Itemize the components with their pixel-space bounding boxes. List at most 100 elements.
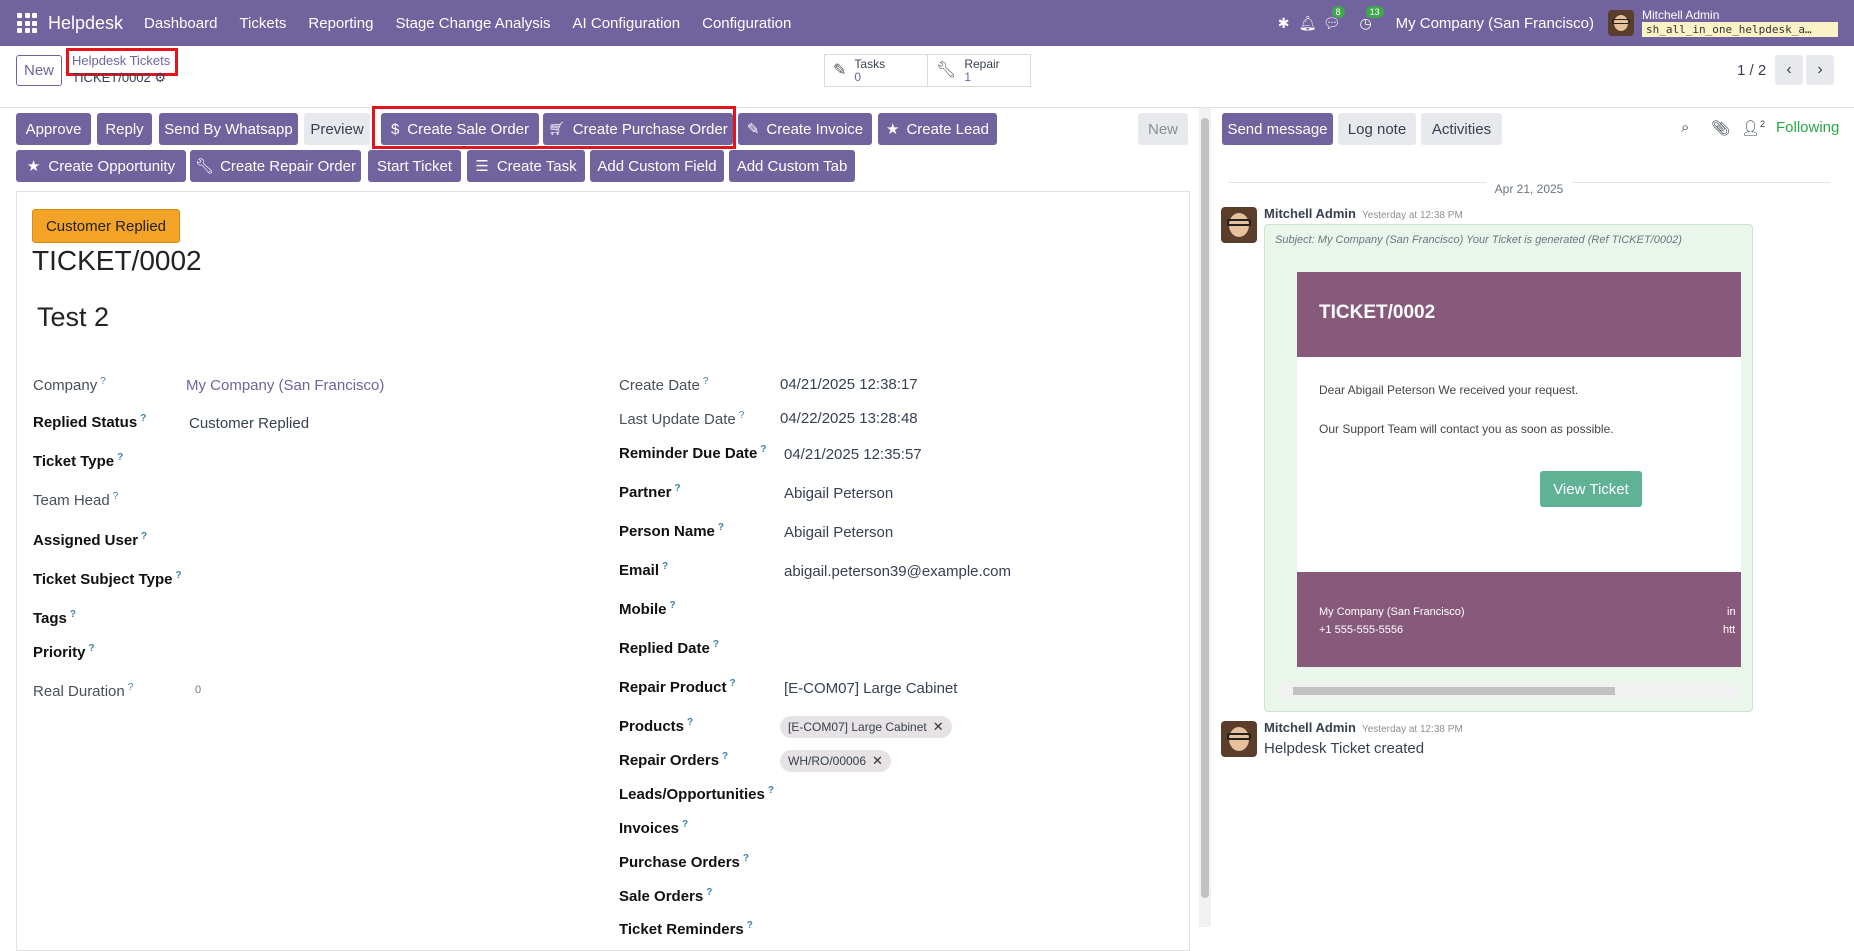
create-repair-order-button[interactable]: 🔧︎ Create Repair Order: [190, 150, 361, 182]
menu-reporting[interactable]: Reporting: [297, 15, 384, 32]
create-invoice-button[interactable]: ✎ Create Invoice: [738, 113, 872, 145]
company-value[interactable]: My Company (San Francisco): [186, 377, 384, 394]
remove-tag-icon[interactable]: ✕: [872, 753, 883, 769]
email-footer: My Company (San Francisco) +1 555-555-55…: [1297, 572, 1741, 667]
partner-value[interactable]: Abigail Peterson: [784, 485, 893, 502]
followers-icon[interactable]: 👤︎2: [1741, 119, 1765, 137]
email-title: TICKET/0002: [1297, 272, 1741, 357]
log-note-button[interactable]: Log note: [1338, 113, 1416, 145]
activity-count-badge: 13: [1365, 5, 1384, 18]
chevron-right-icon: ›: [1817, 61, 1823, 78]
repair-orders-label: Repair Orders?: [619, 751, 729, 769]
menu-ai-configuration[interactable]: AI Configuration: [562, 15, 692, 32]
remove-tag-icon[interactable]: ✕: [933, 719, 944, 735]
ticket-type-label: Ticket Type?: [33, 452, 124, 470]
edit-icon: ✎: [833, 62, 847, 79]
reminder-due-date-value[interactable]: 04/21/2025 12:35:57: [784, 446, 922, 463]
email-line-2: Our Support Team will contact you as soo…: [1319, 422, 1614, 436]
chat-icon[interactable]: 💬︎ 8: [1320, 5, 1345, 32]
reply-button[interactable]: Reply: [97, 113, 152, 145]
ticket-number: TICKET/0002: [32, 245, 202, 276]
main-menu: Dashboard Tickets Reporting Stage Change…: [133, 15, 802, 32]
app-name[interactable]: Helpdesk: [48, 13, 123, 34]
replied-status-value[interactable]: Customer Replied: [189, 415, 309, 432]
partner-label: Partner?: [619, 483, 681, 501]
assigned-user-label: Assigned User?: [33, 531, 148, 549]
pager-next-button[interactable]: ›: [1806, 55, 1834, 85]
star-icon: ★: [26, 158, 41, 175]
user-menu[interactable]: Mitchell Admin sh_all_in_one_helpdesk_a…: [1642, 9, 1838, 37]
bug-icon[interactable]: ✱: [1272, 15, 1296, 32]
author-avatar[interactable]: [1221, 207, 1257, 243]
repair-order-tag[interactable]: WH/RO/00006 ✕: [780, 750, 891, 772]
pager-previous-button[interactable]: ‹: [1775, 55, 1803, 85]
message-author: Mitchell Admin Yesterday at 12:38 PM: [1264, 720, 1463, 735]
start-ticket-button[interactable]: Start Ticket: [368, 150, 461, 182]
send-message-button[interactable]: Send message: [1222, 113, 1333, 145]
send-by-whatsapp-button[interactable]: Send By Whatsapp: [159, 113, 298, 145]
product-tag[interactable]: [E-COM07] Large Cabinet ✕: [780, 716, 952, 738]
company-label: Company?: [33, 376, 106, 394]
stage-ribbon: Customer Replied: [32, 209, 180, 243]
email-value[interactable]: abigail.peterson39@example.com: [784, 563, 1011, 580]
real-duration-value[interactable]: 0: [195, 684, 201, 696]
mobile-label: Mobile?: [619, 600, 676, 618]
team-head-label: Team Head?: [33, 491, 119, 509]
form-scrollbar[interactable]: [1199, 108, 1211, 927]
replied-status-label: Replied Status?: [33, 413, 147, 431]
priority-label: Priority?: [33, 643, 95, 661]
wrench-icon: 🔧︎: [936, 62, 957, 79]
menu-stage-change-analysis[interactable]: Stage Change Analysis: [384, 15, 561, 32]
pager-value[interactable]: 1 / 2: [1737, 62, 1766, 79]
list-icon: ☰: [475, 158, 489, 175]
add-custom-field-button[interactable]: Add Custom Field: [590, 150, 724, 182]
repair-product-label: Repair Product?: [619, 678, 736, 696]
following-toggle[interactable]: Following: [1776, 119, 1839, 136]
menu-dashboard[interactable]: Dashboard: [133, 15, 228, 32]
chevron-left-icon: ‹: [1786, 61, 1792, 78]
highlight-order-buttons: [372, 106, 736, 149]
user-avatar[interactable]: [1608, 10, 1634, 36]
last-update-date-value: 04/22/2025 13:28:48: [780, 410, 918, 427]
ticket-name[interactable]: Test 2: [37, 302, 109, 333]
create-opportunity-button[interactable]: ★ Create Opportunity: [16, 150, 186, 182]
email-line-1: Dear Abigail Peterson We received your r…: [1319, 383, 1579, 397]
preview-button[interactable]: Preview: [304, 113, 370, 145]
top-navbar: Helpdesk Dashboard Tickets Reporting Sta…: [0, 0, 1854, 46]
gear-icon[interactable]: ⚙: [154, 70, 166, 85]
paperclip-icon[interactable]: 📎︎: [1711, 119, 1730, 137]
sale-orders-label: Sale Orders?: [619, 887, 713, 905]
author-avatar[interactable]: [1221, 721, 1257, 757]
view-ticket-button[interactable]: View Ticket: [1540, 471, 1642, 507]
create-task-button[interactable]: ☰ Create Task: [467, 150, 585, 182]
breadcrumb-record: TICKET/0002 ⚙: [72, 70, 167, 85]
new-button[interactable]: New: [16, 55, 62, 86]
last-update-date-label: Last Update Date?: [619, 410, 745, 428]
person-name-value[interactable]: Abigail Peterson: [784, 524, 893, 541]
purchase-orders-label: Purchase Orders?: [619, 853, 750, 871]
form-sheet: [16, 191, 1190, 951]
star-icon: ★: [885, 121, 900, 138]
tasks-smart-button[interactable]: ✎ Tasks 0: [824, 54, 928, 87]
app-menu-icon[interactable]: [17, 13, 37, 33]
email-horizontal-scrollbar[interactable]: [1279, 684, 1739, 698]
approve-button[interactable]: Approve: [16, 113, 91, 145]
menu-tickets[interactable]: Tickets: [228, 15, 297, 32]
activities-button[interactable]: Activities: [1421, 113, 1502, 145]
reminder-due-date-label: Reminder Due Date?: [619, 444, 767, 462]
bell-icon[interactable]: 🔔︎: [1296, 15, 1320, 32]
company-switcher[interactable]: My Company (San Francisco): [1396, 15, 1594, 32]
add-custom-tab-button[interactable]: Add Custom Tab: [729, 150, 855, 182]
stage-new[interactable]: New: [1138, 113, 1188, 145]
repair-product-value[interactable]: [E-COM07] Large Cabinet: [784, 680, 957, 697]
create-date-value: 04/21/2025 12:38:17: [780, 376, 918, 393]
search-icon[interactable]: ⌕: [1681, 119, 1689, 136]
create-date-label: Create Date?: [619, 376, 709, 394]
user-name: Mitchell Admin: [1642, 8, 1720, 22]
email-subject: Subject: My Company (San Francisco) Your…: [1275, 234, 1682, 246]
create-lead-button[interactable]: ★ Create Lead: [878, 113, 997, 145]
tags-label: Tags?: [33, 609, 77, 627]
repair-smart-button[interactable]: 🔧︎ Repair 1: [927, 54, 1031, 87]
clock-icon[interactable]: ◷ 13: [1354, 5, 1384, 32]
menu-configuration[interactable]: Configuration: [691, 15, 802, 32]
